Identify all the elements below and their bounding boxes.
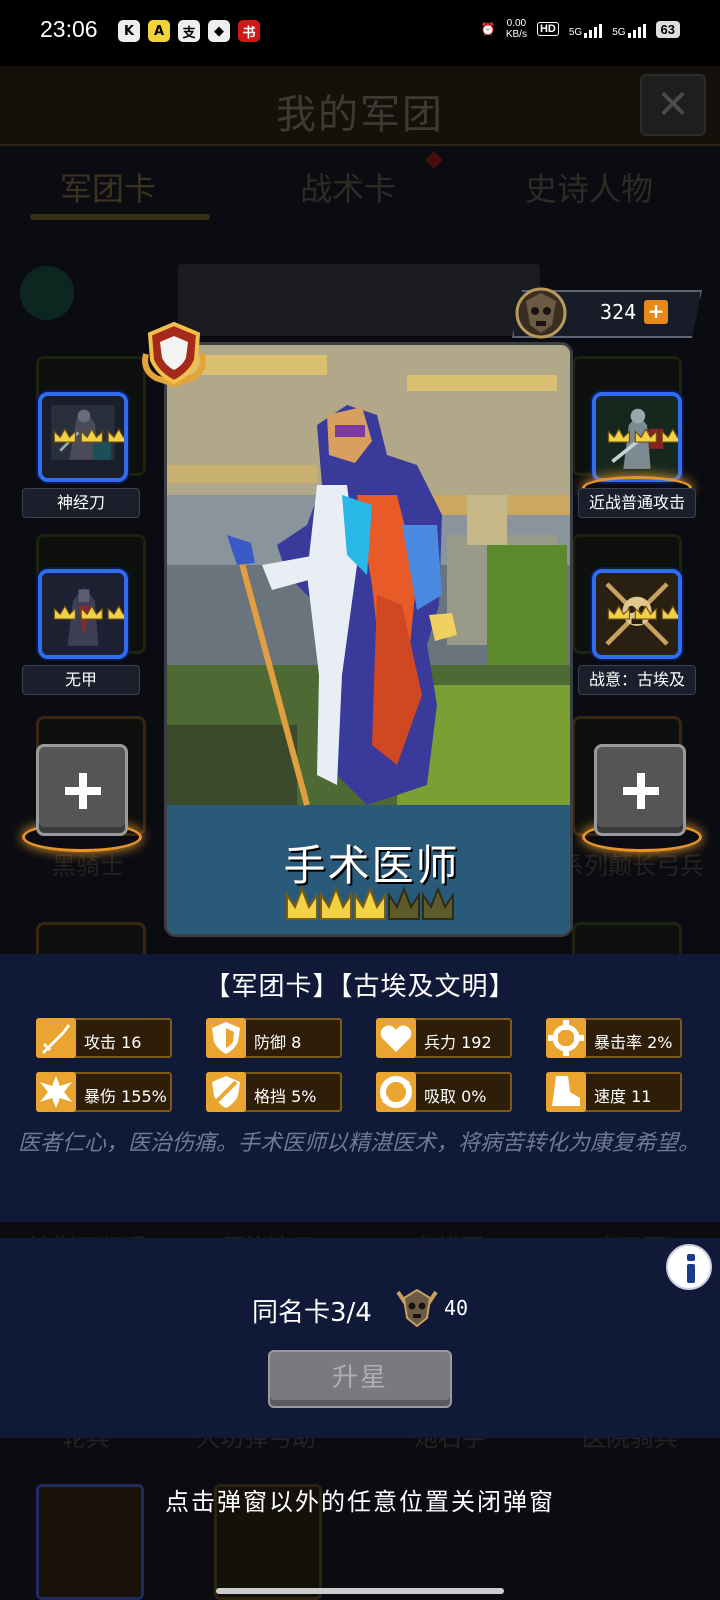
app-red-icon: 书	[238, 20, 260, 42]
alarm-icon: ⏰	[480, 22, 496, 36]
stat-drain: 吸取 0%	[376, 1072, 512, 1112]
upgrade-cost: 40	[444, 1296, 469, 1320]
bg-tab-bar: 军团卡 战术卡 史诗人物	[0, 156, 720, 220]
crown-rating-icon	[53, 604, 124, 620]
crosshair-icon	[548, 1020, 584, 1056]
crown-rating-icon	[607, 604, 678, 620]
stat-crit-rate: 暴击率 2%	[546, 1018, 682, 1058]
crown-filled-icon	[286, 886, 318, 920]
battery-icon: 63	[655, 20, 680, 38]
info-button[interactable]	[666, 1244, 712, 1290]
stat-crit-damage: 暴伤 155%	[36, 1072, 172, 1112]
skill-card-label: 近战普通攻击	[578, 488, 696, 518]
upgrade-panel	[0, 1238, 720, 1438]
card-name: 手术医师	[283, 841, 460, 890]
status-bar: 23:06 K A 支 ◆ 书 ⏰ 0.00 KB/s HD 5G 5G 63	[0, 0, 720, 66]
burst-icon	[40, 1076, 72, 1108]
status-indicators: ⏰ 0.00 KB/s HD 5G 5G 63	[481, 18, 680, 40]
card-description: 医者仁心，医治伤痛。手术医师以精湛医术，将病苦转化为康复希望。	[18, 1131, 701, 1156]
add-currency-button[interactable]: +	[644, 300, 668, 324]
stat-block: 格挡 5%	[206, 1072, 342, 1112]
signal-2: 5G	[612, 20, 646, 38]
equipped-skill-card-1[interactable]	[38, 392, 128, 482]
signal-1: 5G	[569, 20, 603, 38]
block-icon	[212, 1076, 240, 1108]
skill-card-label: 神经刀	[22, 488, 140, 518]
signal-bars-icon	[584, 20, 603, 38]
bg-header: 我的军团 ✕	[0, 66, 720, 146]
card-crown-rating	[286, 886, 454, 920]
currency-value: 324	[600, 300, 637, 324]
app-alipay-icon: 支	[178, 20, 200, 42]
skull-crest-icon	[515, 287, 567, 339]
home-indicator[interactable]	[216, 1588, 504, 1594]
crown-filled-icon	[354, 886, 386, 920]
skill-card-label: 无甲	[22, 665, 140, 695]
heart-icon	[380, 1025, 412, 1052]
crown-rating-icon	[53, 427, 124, 443]
crown-empty-icon	[422, 886, 454, 920]
signal-bars-icon	[627, 20, 646, 38]
stat-speed: 速度 11	[546, 1072, 682, 1112]
bg-page-title: 我的军团	[276, 92, 444, 138]
hd-icon: HD	[536, 22, 559, 36]
drain-icon	[380, 1076, 412, 1108]
close-hint: 点击弹窗以外的任意位置关闭弹窗	[165, 1488, 555, 1516]
duplicate-card-count: 同名卡3/4	[252, 1298, 372, 1328]
status-time: 23:06	[40, 16, 98, 42]
crown-rating-icon	[607, 427, 678, 443]
boot-icon	[552, 1076, 580, 1106]
tab-tactic-cards[interactable]: 战术卡	[300, 164, 396, 210]
crown-empty-icon	[388, 886, 420, 920]
stat-troops: 兵力 192	[376, 1018, 512, 1058]
equipped-skill-card-2[interactable]	[38, 569, 128, 659]
upgrade-star-button[interactable]: 升星	[268, 1350, 452, 1408]
crown-filled-icon	[320, 886, 352, 920]
hero-card: 手术医师	[164, 342, 573, 937]
equipped-skill-card-3[interactable]	[592, 392, 682, 482]
net-speed: 0.00 KB/s	[505, 18, 527, 40]
sword-icon	[42, 1024, 70, 1054]
card-category: 【军团卡】【古埃及文明】	[204, 972, 516, 1002]
skill-card-label: 战意：古埃及	[578, 665, 696, 695]
tab-underline	[30, 214, 210, 220]
tab-epic-characters[interactable]: 史诗人物	[525, 164, 653, 210]
skull-crest-icon	[396, 1288, 438, 1328]
stat-attack: 攻击 16	[36, 1018, 172, 1058]
card-info-panel: 【军团卡】【古埃及文明】 攻击 16 防御 8 兵力 192 暴击率 2% 暴伤…	[0, 954, 720, 1222]
menu-icon[interactable]	[20, 266, 74, 320]
app-chat-icon: ◆	[208, 20, 230, 42]
stat-defense: 防御 8	[206, 1018, 342, 1058]
app-yellow-icon: A	[148, 20, 170, 42]
add-skill-button[interactable]	[594, 744, 686, 836]
tab-legion-cards[interactable]: 军团卡	[60, 164, 156, 210]
status-app-icons: K A 支 ◆ 书	[118, 20, 260, 42]
bg-filter-box	[178, 264, 540, 336]
close-icon[interactable]: ✕	[640, 74, 706, 136]
equipped-skill-card-4[interactable]	[592, 569, 682, 659]
add-skill-button[interactable]	[36, 744, 128, 836]
app-k-icon: K	[118, 20, 140, 42]
rank-badge-icon	[142, 321, 206, 388]
shield-icon	[212, 1022, 240, 1054]
